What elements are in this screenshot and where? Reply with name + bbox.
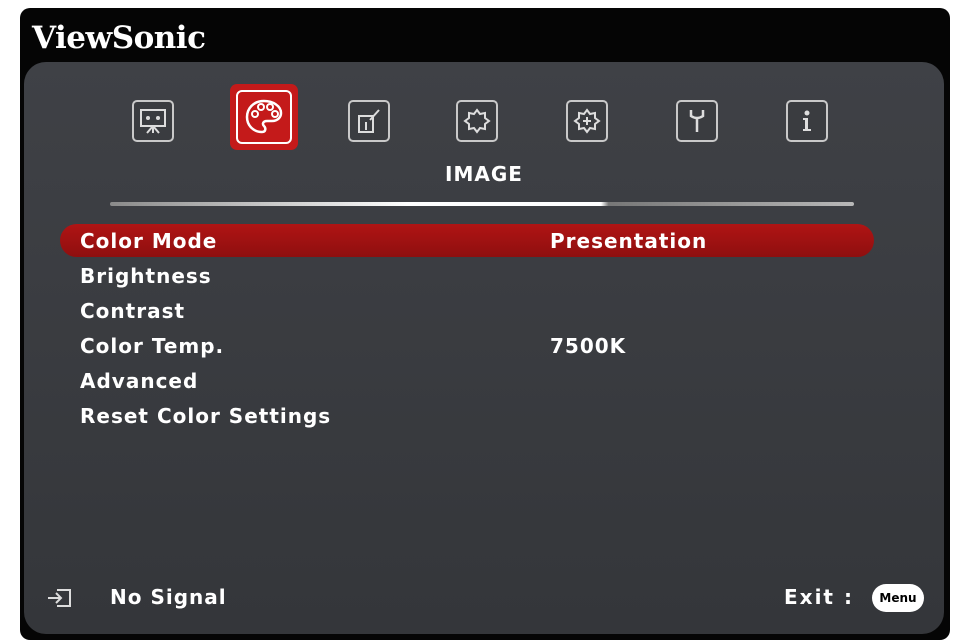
osd-panel: IMAGE Color Mode Presentation Brightness… (24, 62, 944, 634)
tab-settings[interactable] (456, 100, 498, 142)
menu-item-color-mode[interactable]: Color Mode Presentation (60, 224, 874, 257)
menu-item-label: Brightness (80, 264, 212, 288)
tab-info[interactable] (786, 100, 828, 142)
current-tab-title: IMAGE (445, 162, 523, 186)
tab-image-frame (236, 90, 292, 144)
info-icon (803, 110, 811, 131)
menu-item-brightness[interactable]: Brightness (60, 259, 874, 294)
menu-item-label: Advanced (80, 369, 199, 393)
status-footer: No Signal Exit : Menu (24, 580, 944, 620)
menu-item-label: Reset Color Settings (80, 404, 332, 428)
image-menu: Color Mode Presentation Brightness Contr… (60, 224, 874, 434)
tab-display[interactable] (132, 100, 174, 142)
wrench-icon (689, 110, 705, 132)
menu-item-label: Color Mode (80, 229, 218, 253)
tab-advanced[interactable] (566, 100, 608, 142)
tab-bar (24, 80, 944, 160)
palette-icon (245, 99, 283, 134)
exit-label: Exit : (784, 585, 854, 609)
tab-system[interactable] (676, 100, 718, 142)
menu-item-advanced[interactable]: Advanced (60, 364, 874, 399)
menu-button-badge[interactable]: Menu (872, 584, 924, 612)
menu-item-label: Color Temp. (80, 334, 225, 358)
advanced-settings-gear-icon (573, 108, 601, 134)
source-input-icon (48, 589, 71, 607)
menu-item-color-temp[interactable]: Color Temp. 7500K (60, 329, 874, 364)
display-icon (140, 109, 166, 134)
menu-item-value: Presentation (550, 229, 708, 253)
menu-item-label: Contrast (80, 299, 186, 323)
menu-item-reset-color-settings[interactable]: Reset Color Settings (60, 399, 874, 434)
menu-item-value: 7500K (550, 334, 627, 358)
menu-item-contrast[interactable]: Contrast (60, 294, 874, 329)
tab-image[interactable] (230, 84, 298, 150)
settings-gear-icon (463, 108, 491, 134)
tab-source[interactable] (348, 100, 390, 142)
title-divider (110, 202, 854, 206)
brand-logo: ViewSonic (32, 20, 206, 56)
signal-status: No Signal (110, 585, 227, 609)
source-select-icon (358, 109, 380, 133)
